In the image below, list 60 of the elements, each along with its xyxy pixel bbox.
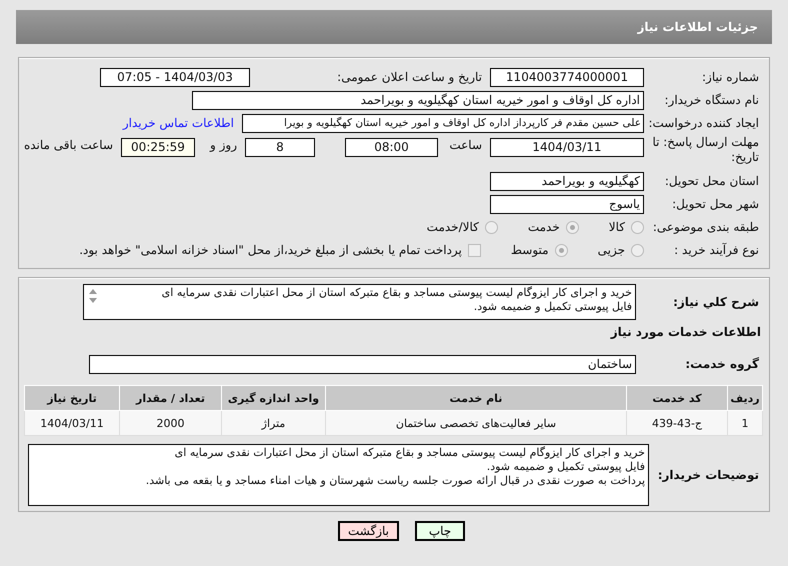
field-label: ساعت باقی مانده — [22, 138, 114, 152]
action-button[interactable]: چاپ — [415, 521, 465, 541]
field-label: طبقه بندی موضوعی: — [652, 220, 760, 234]
field-label: شرح کلي نياز: — [672, 295, 760, 309]
deadline-date-field: 1404/03/11 — [490, 138, 644, 157]
field-label: ساعت — [448, 138, 483, 152]
service-group-field: ساختمان — [89, 354, 636, 374]
section-heading: اطلاعات خدمات مورد نیاز — [610, 325, 762, 339]
buyer-field: اداره کل اوقاف و امور خیریه استان کهگیلویه و بویراحمد — [192, 90, 644, 110]
days-field: 8 — [245, 138, 315, 157]
radio-label: خدمت — [528, 220, 560, 234]
deadline-time-field: 08:00 — [345, 138, 438, 157]
table-cell: سایر فعالیت‌های تخصصی ساختمان — [326, 410, 626, 436]
radio-label: جزیی — [598, 243, 625, 257]
buyer-notes-text: خرید و اجرای کار ایزوگام لیست پیوستی مساجد و بقاع متبرکه استان از محل اعتبارات نقدی سرمایه ای فایل پیوستی تکمیل و ضمیمه شود. پرداخت به صورت نقدی در قبال ارائه صورت جلسه ریاست شهرستان و هیات امناء مساجد و یا بقعه می باشد. — [144, 446, 645, 488]
announce-date-field: 1404/03/03 - 07:05 — [100, 68, 250, 86]
radio-label: کالا — [608, 220, 625, 234]
city-field: یاسوج — [490, 194, 644, 214]
column-header: کد خدمت — [626, 386, 728, 410]
radio-button[interactable] — [554, 244, 568, 256]
remaining-time-field: 00:25:59 — [121, 138, 195, 157]
field-label: شهر محل تحویل: — [671, 197, 760, 211]
scroll-arrows-icon[interactable] — [88, 288, 98, 304]
radio-label: کالا/خدمت — [426, 220, 479, 234]
summary-text: خرید و اجرای کار ایزوگام لیست پیوستی مساجد و بقاع متبرکه استان از محل اعتبارات نقدی سرمایه ای فایل پیوستی تکمیل و ضمیمه شود. — [160, 286, 632, 314]
radio-button[interactable] — [631, 220, 644, 234]
radio-label: متوسط — [510, 243, 549, 257]
column-header: نام خدمت — [326, 386, 626, 410]
table-cell: 1404/03/11 — [24, 410, 120, 436]
field-label: توضیحات خریدار: — [656, 468, 760, 482]
table-cell: متراژ — [222, 410, 326, 436]
radio-button[interactable] — [566, 220, 579, 234]
checkbox[interactable] — [468, 244, 481, 256]
buyer-contact-link[interactable]: اطلاعات تماس خریدار — [122, 116, 242, 130]
requester-field: علی حسین مقدم فر کارپرداز اداره کل اوقاف و امور خیریه استان کهگیلویه و بویرا — [242, 114, 644, 132]
buyer-notes-area[interactable] — [28, 444, 649, 506]
column-header: تعداد / مقدار — [120, 386, 222, 410]
table-cell: 2000 — [120, 410, 222, 436]
field-label: نوع فرآیند خرید : — [673, 243, 760, 257]
field-label: مهلت ارسال پاسخ: تا تاریخ: — [651, 135, 760, 165]
summary-text-area[interactable]: خرید و اجرای کار ایزوگام لیست پیوستی مساجد و بقاع متبرکه استان از محل اعتبارات نقدی سرمایه ای فایل پیوستی تکمیل و ضمیمه شود. — [83, 284, 636, 320]
page-title: جزئیات اطلاعات نیاز — [637, 20, 758, 34]
field-label: نام دستگاه خریدار: — [664, 93, 760, 107]
table-cell: 1 — [728, 410, 762, 436]
field-label: گروه خدمت: — [684, 357, 760, 371]
column-header: تاریخ نیاز — [24, 386, 120, 410]
field-label: شماره نیاز: — [701, 70, 760, 84]
action-button[interactable]: بازگشت — [338, 521, 399, 541]
field-label: روز و — [208, 138, 238, 152]
field-label: تاریخ و ساعت اعلان عمومی: — [336, 70, 483, 84]
checkbox-label: پرداخت تمام یا بخشی از مبلغ خرید،از محل "اسناد خزانه اسلامی" خواهد بود. — [79, 243, 462, 257]
table-cell: ج-43-439 — [626, 410, 728, 436]
column-header: واحد اندازه گیری — [222, 386, 326, 410]
radio-button[interactable] — [631, 244, 644, 256]
province-field: کهگیلویه و بویراحمد — [490, 172, 644, 190]
radio-button[interactable] — [484, 220, 498, 234]
column-header: ردیف — [728, 386, 762, 410]
field-label: ایجاد کننده درخواست: — [647, 116, 760, 130]
field-label: استان محل تحویل: — [664, 174, 760, 188]
need-number-field: 1104003774000001 — [490, 68, 644, 86]
